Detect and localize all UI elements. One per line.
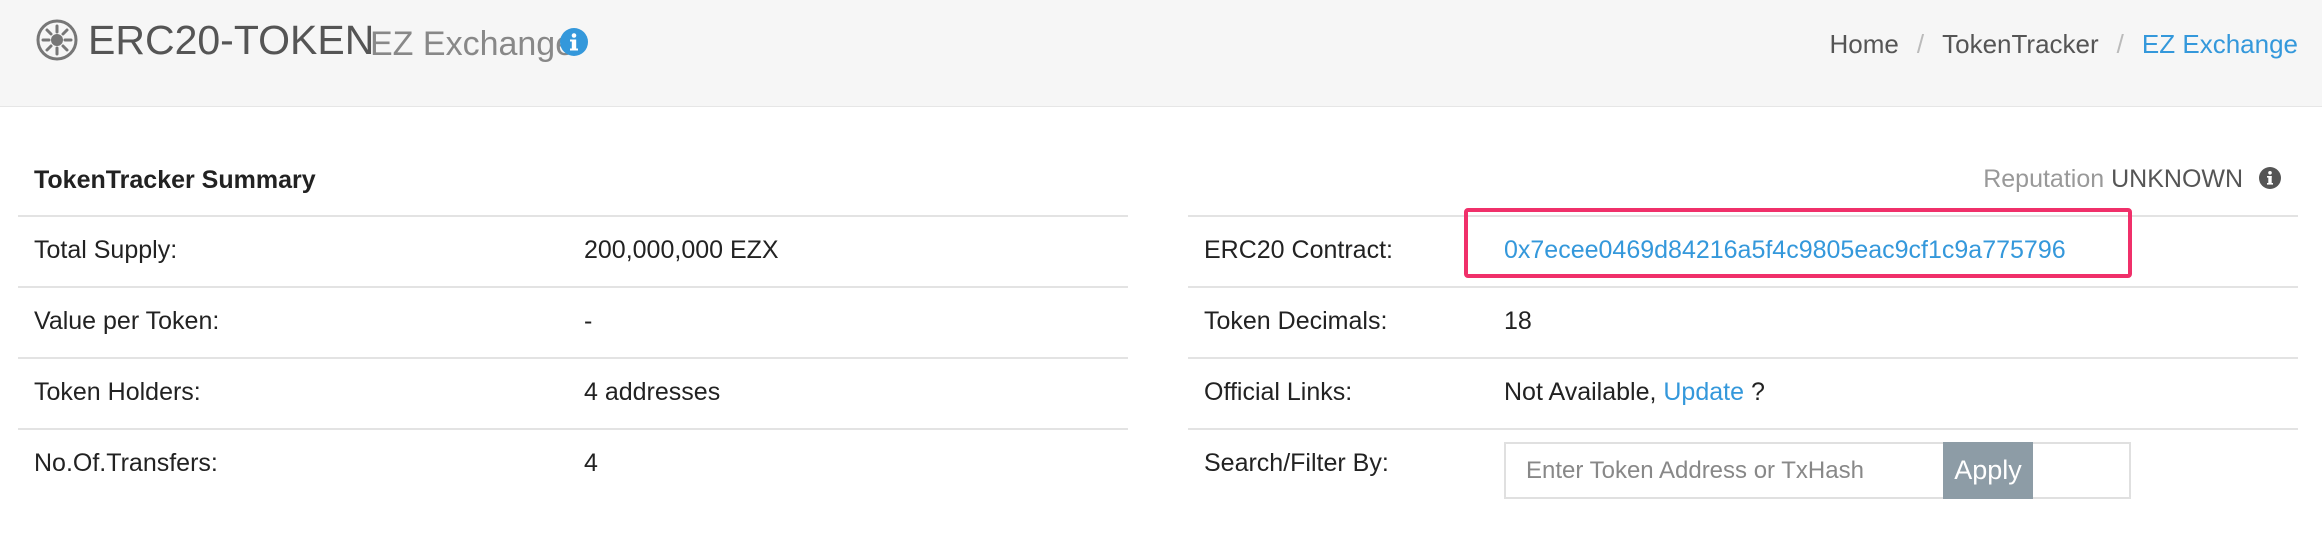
- search-filter-label: Search/Filter By:: [1204, 449, 1389, 477]
- table-row: Total Supply: 200,000,000 EZX: [18, 215, 1128, 286]
- token-holders-label: Token Holders:: [34, 378, 201, 406]
- summary-table-left: Total Supply: 200,000,000 EZX Value per …: [18, 215, 1128, 499]
- total-supply-label: Total Supply:: [34, 236, 178, 264]
- table-row: Value per Token: -: [18, 286, 1128, 357]
- reputation-label: Reputation: [1983, 165, 2105, 193]
- official-links-value: Not Available, Update ?: [1504, 359, 1765, 426]
- total-supply-value: 200,000,000 EZX: [584, 236, 779, 264]
- token-decimals-value: 18: [1504, 307, 1532, 335]
- token-search-input[interactable]: [1504, 442, 2131, 499]
- info-circle-icon[interactable]: [2258, 166, 2282, 190]
- breadcrumb: Home / TokenTracker / EZ Exchange: [1830, 26, 2298, 62]
- page-title: ERC20-TOKEN: [88, 17, 375, 63]
- breadcrumb-current: EZ Exchange: [2141, 29, 2298, 59]
- breadcrumb-separator: /: [2116, 29, 2124, 59]
- reputation-status: Reputation UNKNOWN: [1983, 162, 2282, 196]
- not-available-text: Not Available,: [1504, 378, 1657, 406]
- value-per-token-label: Value per Token:: [34, 307, 220, 335]
- apply-button[interactable]: Apply: [1943, 442, 2033, 499]
- info-circle-icon[interactable]: [559, 27, 589, 57]
- erc20-contract-label: ERC20 Contract:: [1204, 236, 1393, 264]
- help-question-mark[interactable]: ?: [1751, 378, 1765, 406]
- ethereum-gear-icon: [36, 19, 78, 61]
- reputation-value: UNKNOWN: [2111, 165, 2244, 193]
- page-subtitle: EZ Exchange: [370, 25, 575, 63]
- transfers-value: 4: [584, 449, 598, 477]
- transfers-label: No.Of.Transfers:: [34, 449, 218, 477]
- breadcrumb-home[interactable]: Home: [1830, 29, 1899, 59]
- table-row: Search/Filter By: Apply: [1188, 428, 2298, 499]
- update-link[interactable]: Update: [1663, 378, 1744, 406]
- table-row: Token Decimals: 18: [1188, 286, 2298, 357]
- value-per-token-value: -: [584, 307, 593, 335]
- table-row: No.Of.Transfers: 4: [18, 428, 1128, 499]
- summary-title: TokenTracker Summary: [34, 166, 316, 194]
- token-holders-value: 4 addresses: [584, 378, 721, 406]
- contract-highlight-box: [1464, 208, 2132, 278]
- page-header: ERC20-TOKEN EZ Exchange Home / TokenTracke…: [0, 0, 2322, 107]
- table-row: Token Holders: 4 addresses: [18, 357, 1128, 428]
- breadcrumb-tokentracker[interactable]: TokenTracker: [1942, 29, 2099, 59]
- table-row: Official Links: Not Available, Update ?: [1188, 357, 2298, 428]
- official-links-label: Official Links:: [1204, 378, 1353, 406]
- token-decimals-label: Token Decimals:: [1204, 307, 1388, 335]
- breadcrumb-separator: /: [1916, 29, 1925, 59]
